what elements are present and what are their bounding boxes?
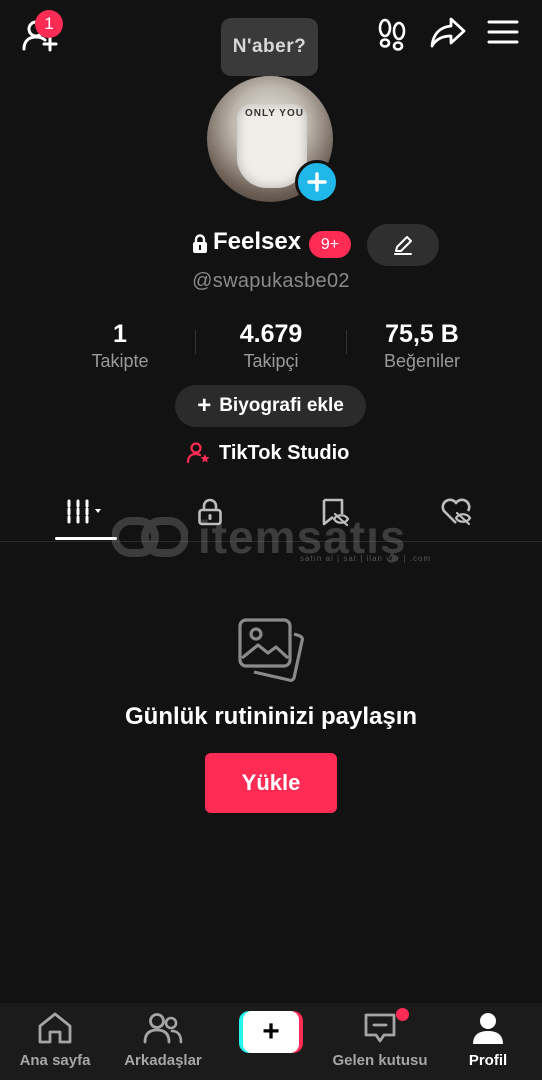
footprint-button[interactable] xyxy=(374,16,410,52)
avatar-mask-text: ONLY YOU xyxy=(245,108,304,119)
pencil-icon xyxy=(394,236,412,255)
nav-inbox-label: Gelen kutusu xyxy=(332,1052,428,1069)
add-bio-button[interactable]: + Biyografi ekle xyxy=(175,385,366,427)
tab-videos[interactable] xyxy=(55,492,117,532)
active-tab-indicator xyxy=(55,537,117,540)
status-tooltip[interactable]: N'aber? xyxy=(221,18,318,84)
videos-grid-icon xyxy=(67,499,101,525)
home-icon xyxy=(38,1012,72,1044)
empty-state-title: Günlük rutininizi paylaşın xyxy=(124,703,418,730)
plus-icon xyxy=(307,172,327,192)
watermark-subtext: satın al | sat | ilan ver | .com xyxy=(300,554,432,563)
tab-liked[interactable] xyxy=(432,492,482,532)
notification-count-badge[interactable]: 9+ xyxy=(309,231,351,258)
photos-icon xyxy=(238,618,304,682)
footprints-icon xyxy=(378,18,406,51)
menu-button[interactable] xyxy=(486,16,520,48)
nav-profile[interactable]: Profil xyxy=(456,1011,520,1069)
liked-hidden-icon xyxy=(441,498,472,526)
stat-following[interactable]: 1 Takipte xyxy=(80,320,160,372)
hamburger-menu-icon xyxy=(487,20,519,44)
share-arrow-icon xyxy=(430,17,466,48)
nav-profile-label: Profil xyxy=(468,1052,508,1069)
add-bio-label: Biyografi ekle xyxy=(219,395,344,416)
inbox-icon xyxy=(364,1013,396,1043)
stat-followers[interactable]: 4.679 Takipçi xyxy=(221,320,321,372)
profile-icon xyxy=(473,1013,503,1044)
stat-likes-value: 75,5 B xyxy=(385,320,459,348)
stat-following-label: Takipte xyxy=(91,351,149,371)
create-plus-icon: + xyxy=(243,1011,299,1053)
watermark-logo-icon xyxy=(112,517,188,557)
stat-followers-value: 4.679 xyxy=(239,320,303,348)
inbox-notification-dot xyxy=(396,1008,409,1021)
nav-friends[interactable]: Arkadaşlar xyxy=(118,1011,208,1069)
plus-icon: + xyxy=(197,392,212,419)
nav-home-label: Ana sayfa xyxy=(19,1052,91,1069)
stat-likes-label: Beğeniler xyxy=(383,351,461,371)
stat-likes[interactable]: 75,5 B Beğeniler xyxy=(372,320,472,372)
tiktok-studio-link[interactable]: TikTok Studio xyxy=(187,440,349,466)
create-button[interactable]: + xyxy=(239,1011,303,1053)
add-friends-badge: 1 xyxy=(35,10,63,38)
tiktok-studio-label: TikTok Studio xyxy=(219,441,350,464)
nav-inbox[interactable]: Gelen kutusu xyxy=(326,1011,434,1069)
add-avatar-story-button[interactable] xyxy=(295,160,339,204)
friends-icon xyxy=(143,1013,183,1044)
user-star-icon xyxy=(187,442,210,464)
stat-divider xyxy=(346,330,347,354)
share-profile-button[interactable] xyxy=(428,14,468,50)
edit-profile-button[interactable] xyxy=(367,224,439,266)
stat-followers-label: Takipçi xyxy=(243,351,299,371)
nav-home[interactable]: Ana sayfa xyxy=(12,1011,98,1069)
display-name[interactable]: Feelsex xyxy=(213,228,301,256)
username: @swapukasbe02 xyxy=(192,270,350,292)
stat-following-value: 1 xyxy=(113,320,127,348)
nav-friends-label: Arkadaşlar xyxy=(124,1052,202,1069)
upload-button[interactable]: Yükle xyxy=(205,753,337,813)
stat-divider xyxy=(195,330,196,354)
lock-icon xyxy=(193,234,207,253)
name-row: Feelsex 9+ xyxy=(0,224,542,266)
